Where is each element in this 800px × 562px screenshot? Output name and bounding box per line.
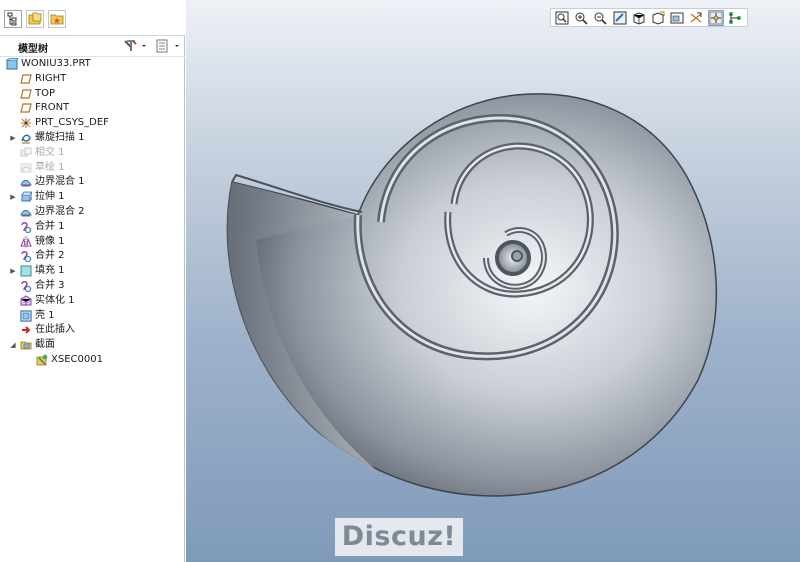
tree-item-2[interactable]: 边界混合 2 [0,205,184,219]
tree-item-1[interactable]: ▶ 螺旋扫描 1 [0,131,184,145]
fill-icon [20,265,32,277]
expand-arrow-icon[interactable]: ▶ [9,190,17,204]
tree-item-right[interactable]: RIGHT [0,72,184,86]
tree-item-label: WONIU33.PRT [21,58,91,69]
part-icon [6,58,19,70]
model-tree-header: 模型树 [0,36,185,57]
insert-here-icon [20,324,32,336]
tree-item-1[interactable]: 相交 1 [0,146,184,160]
tree-item-2[interactable]: 合并 2 [0,249,184,263]
xsection-icon [36,354,48,366]
mirror-icon [20,235,32,248]
sketch-icon [20,162,32,174]
tree-item-prt-csys-def[interactable]: PRT_CSYS_DEF [0,116,184,130]
boundary-blend-icon [20,206,32,218]
tree-item-label: 壳 1 [35,309,55,321]
folder-browser-icon [28,12,42,25]
shell-icon [20,309,32,322]
sections-folder-icon [20,339,32,351]
tree-item-label: 合并 3 [35,280,65,291]
datum-plane-icon [20,102,32,114]
merge-icon [20,280,32,293]
tree-item-top[interactable]: TOP [0,87,184,101]
folder-browser-tab[interactable] [26,10,44,28]
helical-sweep-icon [20,132,32,144]
tree-item-19[interactable]: ◢ 截面 [0,338,184,352]
datum-plane-icon [20,73,32,85]
tree-item-label: 拉伸 1 [35,191,65,203]
tree-item-label: TOP [35,87,56,99]
tree-item-label: 边界混合 1 [35,176,85,188]
tree-item-label: 螺旋扫描 1 [35,132,85,143]
tree-item-label: 合并 2 [35,250,65,262]
datum-plane-icon [20,88,32,100]
navigator-tabs [0,0,185,36]
model-tree-panel: 模型树 WONIU33.PRT RIGHT TOP FRONT PRT_CSYS_DEF… [0,0,185,562]
favorites-tab[interactable] [48,10,66,28]
favorites-icon [50,14,64,25]
tree-item-label: XSEC0001 [51,354,103,365]
tree-item-label: PRT_CSYS_DEF [35,117,109,129]
expand-arrow-icon[interactable]: ▶ [9,131,17,145]
model-tree-tab[interactable] [4,10,22,28]
tree-item-xsec0001[interactable]: XSEC0001 [0,353,184,367]
shell-outer-body [226,93,718,497]
tree-item-woniu33-prt[interactable]: WONIU33.PRT [0,57,184,71]
merge-icon [20,250,32,263]
tree-item-1[interactable]: ▶ 填充 1 [0,264,184,278]
tree-item-label: FRONT [35,102,70,114]
tree-item-1[interactable]: 实体化 1 [0,294,184,308]
graphics-area[interactable]: Discuz! [186,0,800,562]
tree-settings-button[interactable] [122,38,148,54]
show-columns-icon [156,39,179,53]
tree-item-1[interactable]: 合并 1 [0,220,184,234]
tree-item-label: 合并 1 [35,220,65,232]
tree-item-label: RIGHT [35,72,67,84]
tree-item-label: 截面 [35,339,55,351]
model-tree-icon [7,12,17,26]
extrude-icon [20,191,33,203]
solidify-icon [20,295,32,307]
tree-item-front[interactable]: FRONT [0,101,184,115]
collapse-arrow-icon[interactable]: ◢ [9,338,17,352]
tree-item-label: 实体化 1 [35,294,75,306]
tree-item-1[interactable]: 壳 1 [0,309,184,323]
settings-tools-icon [124,40,146,51]
tree-item-label: 填充 1 [35,265,65,277]
tree-item-1[interactable]: 镜像 1 [0,235,184,249]
boundary-blend-icon [20,176,32,188]
tree-item-label: 镜像 1 [35,235,65,247]
tree-item-label: 在此插入 [35,324,75,336]
tree-item-1[interactable]: 草绘 1 [0,161,184,175]
tree-item-label: 相交 1 [35,146,65,158]
shell-spiral-center [511,250,523,262]
csys-icon [20,117,32,129]
shell-3d-model [226,93,718,497]
watermark: Discuz! [335,518,463,556]
merge-icon [20,221,32,233]
tree-item-1[interactable]: ▶ 拉伸 1 [0,190,184,204]
intersect-icon [20,147,32,159]
tree-item-18[interactable]: 在此插入 [0,323,184,337]
tree-show-button[interactable] [154,38,182,54]
tree-item-1[interactable]: 边界混合 1 [0,175,184,189]
tree-item-label: 草绘 1 [35,161,65,173]
tree-item-label: 边界混合 2 [35,206,85,217]
model-tree-title: 模型树 [18,44,48,55]
tree-item-3[interactable]: 合并 3 [0,279,184,293]
expand-arrow-icon[interactable]: ▶ [9,264,17,278]
